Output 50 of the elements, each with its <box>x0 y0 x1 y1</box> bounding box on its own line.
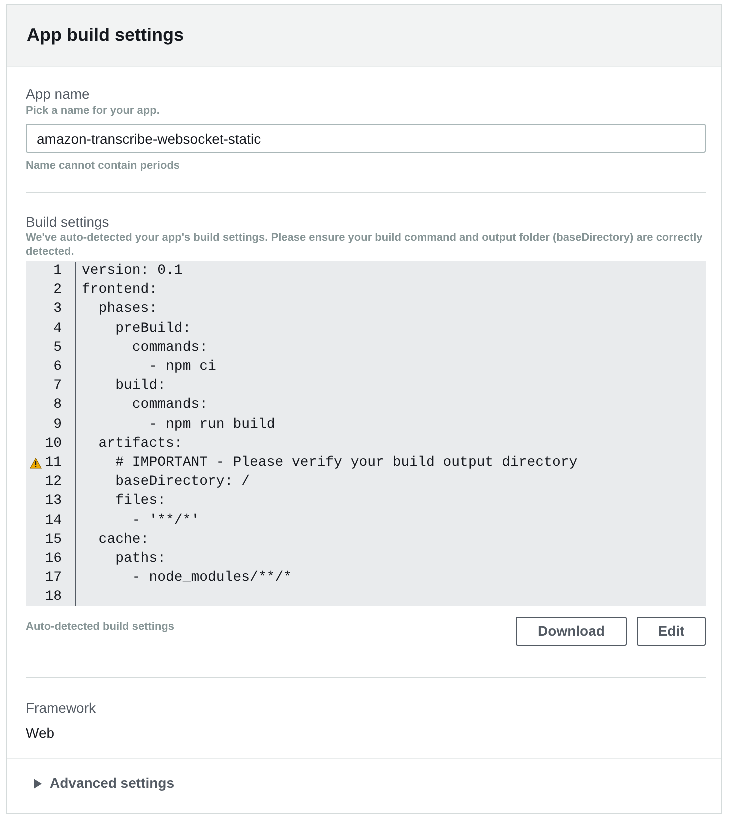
field-description: Pick a name for your app. <box>26 104 160 119</box>
panel-title: App build settings <box>27 24 184 47</box>
code-line: baseDirectory: / <box>114 473 250 492</box>
line-number: 6 <box>54 358 62 378</box>
field-label: Build settings <box>26 213 110 231</box>
code-editor[interactable] <box>26 261 706 606</box>
line-number: 12 <box>45 473 62 492</box>
line-number: 16 <box>45 550 62 569</box>
line-number: 3 <box>54 300 62 320</box>
app-name-field[interactable]: amazon-transcribe-websocket-static <box>26 124 706 153</box>
caret-icon <box>33 778 42 788</box>
code-line: - node_modules/**/* <box>131 569 292 588</box>
line-number: 18 <box>45 588 62 608</box>
advanced-settings-toggle[interactable]: Advanced settings <box>33 773 174 794</box>
code-line: cache: <box>98 530 150 550</box>
code-line: files: <box>114 492 166 512</box>
code-line: # IMPORTANT - Please verify your build output directory <box>114 454 578 473</box>
line-number: 5 <box>54 338 62 358</box>
code-line: - '**/*' <box>131 512 200 531</box>
line-number: 4 <box>54 320 62 339</box>
field-description: We've auto-detected your app's build settings. Please ensure your build command and output folder (baseDirectory) are correctly detected. <box>26 231 704 259</box>
code-line: - npm run build <box>148 416 276 435</box>
code-line: commands: <box>131 338 208 358</box>
edit-button[interactable]: Edit <box>637 617 706 646</box>
line-number: 8 <box>54 396 62 416</box>
line-number: 7 <box>54 377 62 396</box>
line-number: 1 <box>54 262 62 282</box>
field-label: Framework <box>26 699 96 717</box>
field-label: App name <box>26 85 90 103</box>
code-line: phases: <box>98 300 158 320</box>
footer-note: Auto-detected build settings <box>26 620 174 635</box>
download-button[interactable]: Download <box>516 617 627 646</box>
code-line: paths: <box>114 550 166 569</box>
line-number: 11 <box>45 454 62 473</box>
line-number: 17 <box>45 569 62 588</box>
code-line: build: <box>114 377 166 396</box>
code-line: artifacts: <box>98 434 183 454</box>
line-number: 9 <box>54 416 62 435</box>
code-line: frontend: <box>82 281 158 300</box>
code-line: version: 0.1 <box>82 262 183 282</box>
line-number: 10 <box>45 434 62 454</box>
code-line: - npm ci <box>148 358 216 378</box>
code-line: commands: <box>131 396 208 416</box>
code-line: preBuild: <box>114 320 192 339</box>
constraint-text: Name cannot contain periods <box>26 159 180 174</box>
line-number: 15 <box>45 530 62 550</box>
line-number: 2 <box>54 281 62 300</box>
line-number: 13 <box>45 492 62 512</box>
framework-value: Web <box>26 724 55 742</box>
line-number: 14 <box>45 512 62 531</box>
